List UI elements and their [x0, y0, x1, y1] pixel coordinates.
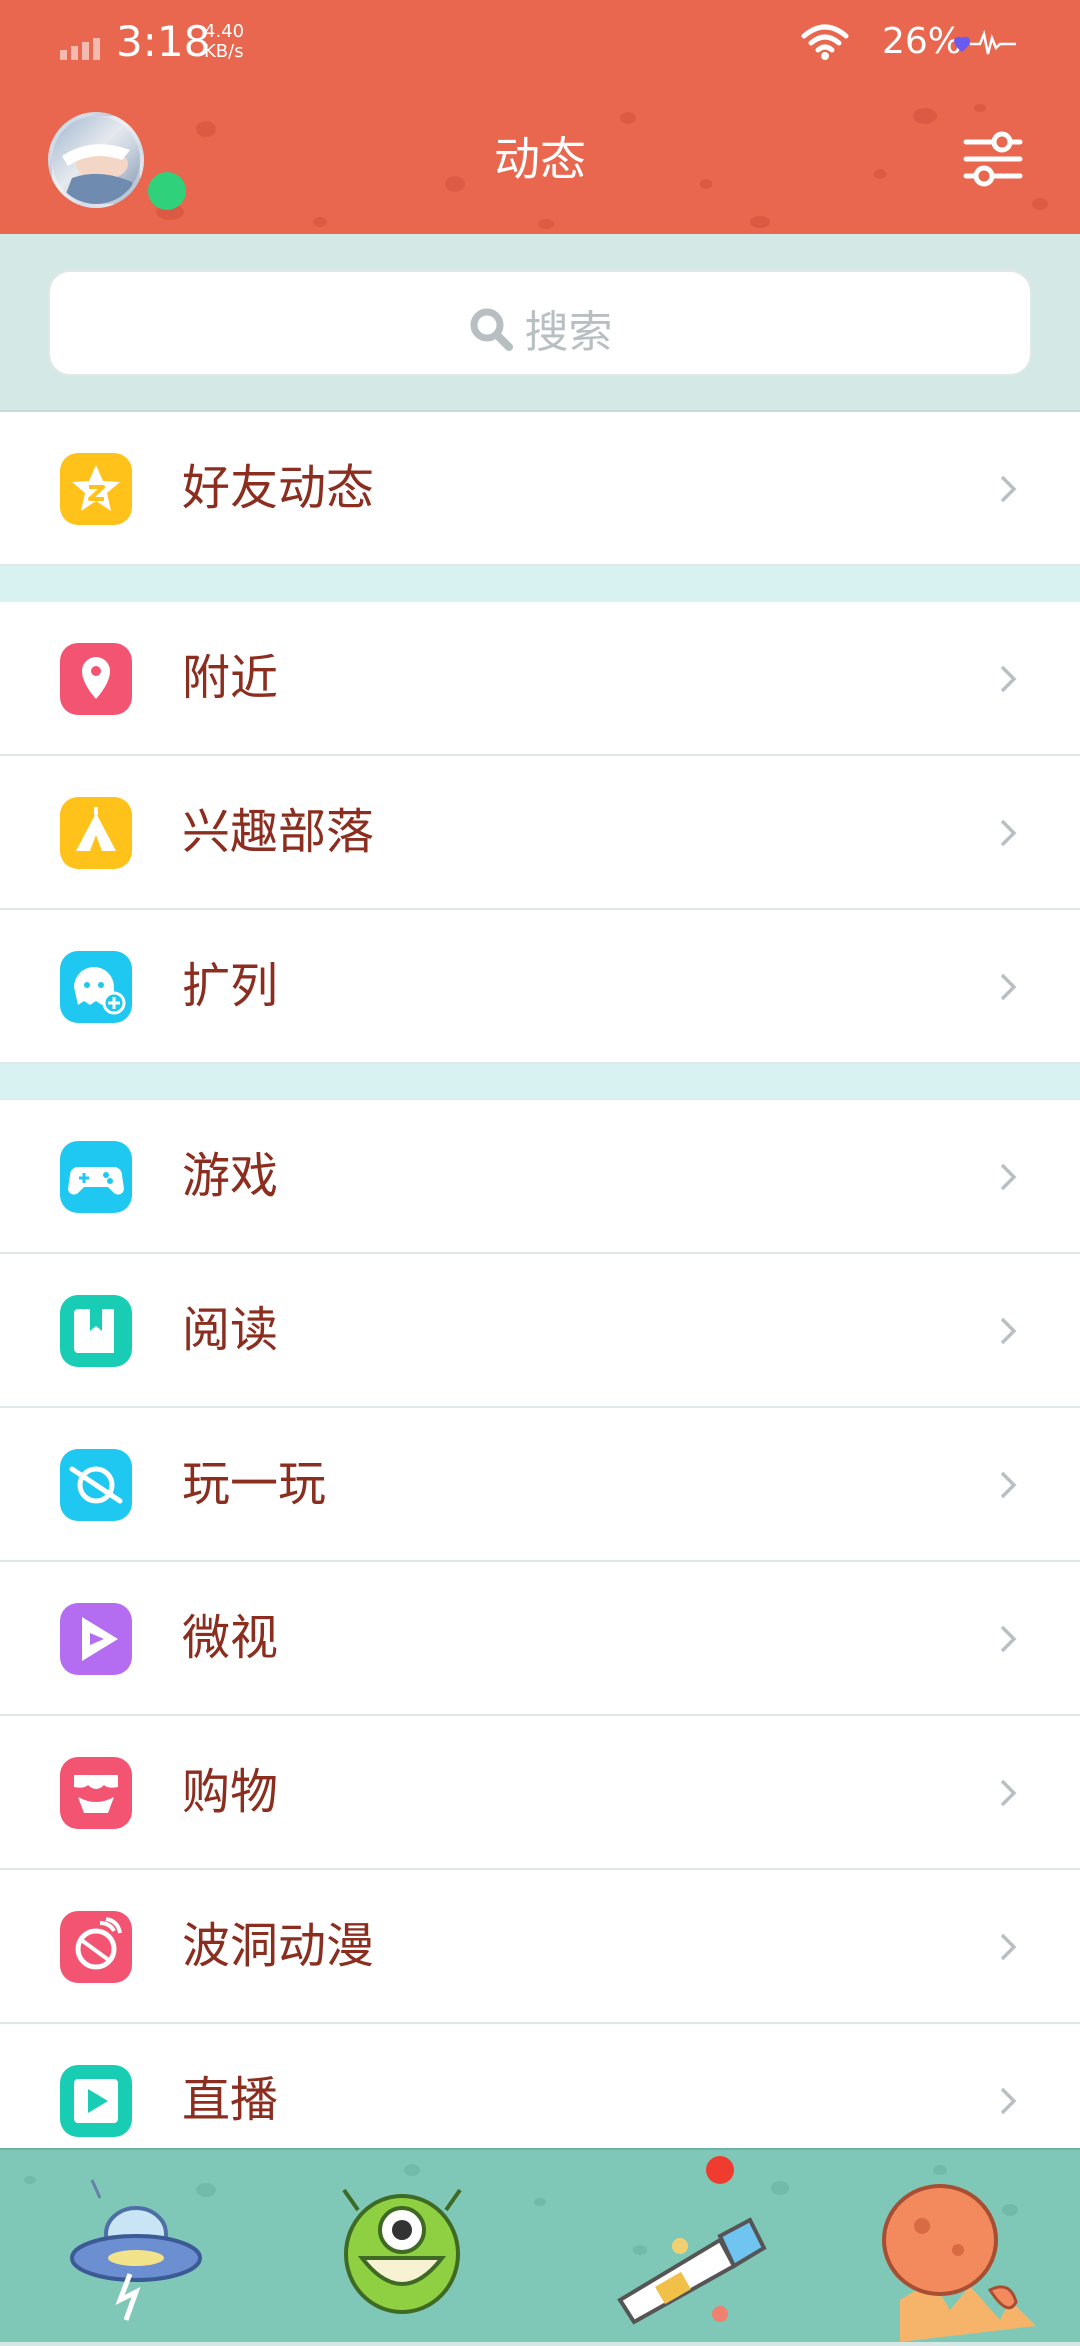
chevron-right-icon [1000, 1163, 1017, 1191]
tab-alien[interactable] [300, 2150, 500, 2342]
comic-icon [60, 1911, 132, 1983]
search-input[interactable]: 搜索 [48, 270, 1032, 376]
ufo-icon [70, 2179, 202, 2321]
tab-ufo[interactable] [40, 2150, 240, 2342]
section-divider [0, 566, 1080, 602]
chevron-right-icon [1000, 1933, 1017, 1961]
list-item-live[interactable]: 直播 [0, 2024, 1080, 2152]
network-speed: 4.40 KB/s [204, 22, 244, 62]
network-speed-unit: KB/s [204, 41, 244, 62]
section-divider [0, 1064, 1080, 1100]
list-item-label: 好友动态 [182, 460, 375, 516]
list-item-weishi[interactable]: 微视 [0, 1562, 1080, 1716]
list-item-label: 购物 [182, 1764, 279, 1820]
chevron-right-icon [1000, 1625, 1017, 1653]
tab-telescope[interactable] [600, 2150, 800, 2342]
live-icon [60, 2065, 132, 2137]
search-icon [470, 308, 514, 351]
chevron-right-icon [1000, 1471, 1017, 1499]
chevron-right-icon [1000, 819, 1017, 847]
list-item-play[interactable]: 玩一玩 [0, 1408, 1080, 1562]
location-pin-icon [60, 643, 132, 715]
qzone-star-icon [60, 453, 132, 525]
network-speed-value: 4.40 [204, 21, 245, 42]
signal-icon [60, 38, 104, 60]
list-item-bodong-comics[interactable]: 波洞动漫 [0, 1870, 1080, 2024]
list-item-label: 附近 [182, 650, 279, 706]
meteor-planet-icon [882, 2184, 1036, 2342]
alien-monster-icon [342, 2188, 462, 2314]
list-item-nearby[interactable]: 附近 [0, 602, 1080, 756]
feature-list: 好友动态 附近 兴趣部落 扩列 游戏 阅读 玩一玩 微视 购物 波洞动漫 直播 [0, 412, 1080, 2152]
page-title: 动态 [494, 132, 586, 186]
chevron-right-icon [1000, 665, 1017, 693]
chevron-right-icon [1000, 475, 1017, 503]
app-header: 动态 [0, 84, 1080, 234]
notification-dot [706, 2156, 734, 2184]
list-item-label: 扩列 [182, 958, 279, 1014]
filter-settings-icon[interactable] [962, 128, 1024, 190]
list-item-reading[interactable]: 阅读 [0, 1254, 1080, 1408]
bottom-tab-bar [0, 2148, 1080, 2342]
list-item-interest-tribe[interactable]: 兴趣部落 [0, 756, 1080, 910]
play-video-icon [60, 1603, 132, 1675]
list-item-label: 波洞动漫 [182, 1918, 375, 1974]
list-item-label: 兴趣部落 [182, 804, 375, 860]
status-time: 3:18 [116, 17, 211, 66]
planet-icon [60, 1449, 132, 1521]
book-icon [60, 1295, 132, 1367]
search-area: 搜索 [0, 234, 1080, 413]
telescope-icon [617, 2217, 767, 2325]
chevron-right-icon [1000, 1317, 1017, 1345]
wifi-icon [801, 24, 849, 60]
heart-rate-icon [954, 29, 1016, 55]
chevron-right-icon [1000, 2087, 1017, 2115]
list-item-games[interactable]: 游戏 [0, 1100, 1080, 1254]
chevron-right-icon [1000, 973, 1017, 1001]
list-item-label: 微视 [182, 1610, 279, 1666]
tent-icon [60, 797, 132, 869]
add-friend-icon [60, 951, 132, 1023]
list-item-friend-feed[interactable]: 好友动态 [0, 412, 1080, 566]
chevron-right-icon [1000, 1779, 1017, 1807]
shopping-bag-icon [60, 1757, 132, 1829]
list-item-label: 阅读 [182, 1302, 279, 1358]
tab-planet[interactable] [860, 2150, 1060, 2342]
list-item-label: 玩一玩 [182, 1456, 327, 1512]
search-placeholder: 搜索 [524, 307, 613, 358]
list-item-label: 直播 [182, 2072, 279, 2128]
gamepad-icon [60, 1141, 132, 1213]
list-item-shopping[interactable]: 购物 [0, 1716, 1080, 1870]
list-item-expand-friends[interactable]: 扩列 [0, 910, 1080, 1064]
status-bar: 3:18 4.40 KB/s 26% [0, 0, 1080, 84]
list-item-label: 游戏 [182, 1148, 279, 1204]
